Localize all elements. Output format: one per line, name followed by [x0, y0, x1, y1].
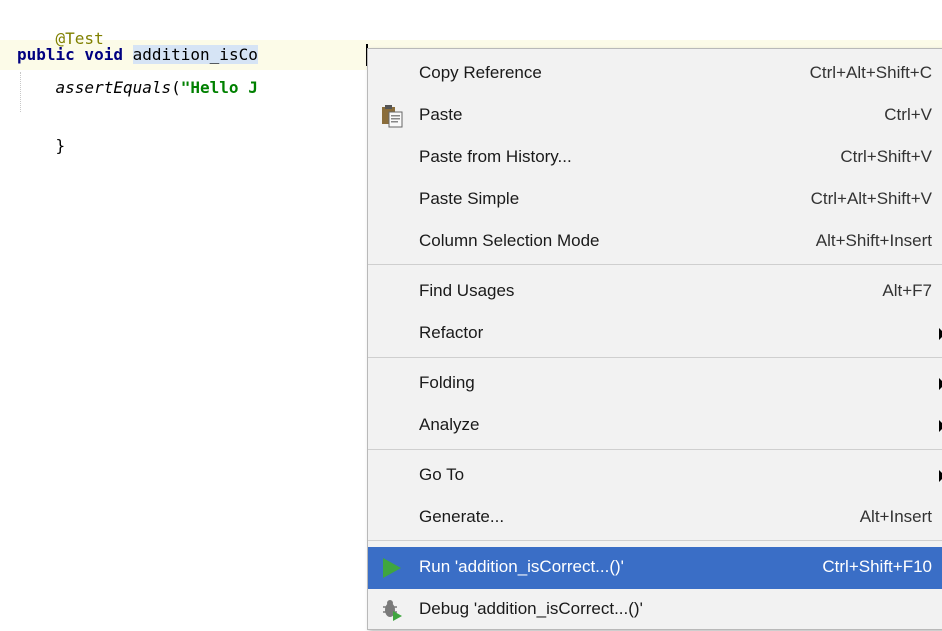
menu-item-shortcut: Alt+F7: [882, 281, 932, 300]
method-call-token: assertEquals: [55, 78, 172, 97]
menu-separator: [368, 449, 942, 450]
menu-item-find-usages[interactable]: Find Usages Alt+F7: [368, 271, 942, 313]
code-line-2: public void addition_isCo: [17, 44, 258, 66]
menu-item-shortcut: Ctrl+Alt+Shift+V: [810, 189, 932, 208]
string-token: "Hello J: [180, 78, 258, 97]
indent-guide: [20, 72, 22, 112]
menu-item-analyze[interactable]: Analyze: [368, 405, 942, 447]
code-line-4: }: [17, 113, 66, 179]
menu-item-label: Run 'addition_isCorrect...()': [419, 557, 624, 576]
menu-item-label: Analyze: [419, 415, 480, 434]
keyword-token: public void: [17, 45, 123, 64]
menu-item-label: Paste from History...: [419, 147, 572, 166]
menu-item-shortcut: Alt+Insert: [859, 507, 932, 526]
menu-item-folding[interactable]: Folding: [368, 363, 942, 405]
menu-item-paste-simple[interactable]: Paste Simple Ctrl+Alt+Shift+V: [368, 179, 942, 221]
menu-separator: [368, 264, 942, 265]
menu-item-label: Folding: [419, 373, 475, 392]
menu-item-label: Copy Reference: [419, 63, 542, 82]
menu-item-shortcut: Ctrl+Alt+Shift+C: [809, 63, 932, 82]
paren-token: (: [171, 78, 181, 97]
paste-icon: [380, 104, 404, 128]
menu-item-paste[interactable]: Paste Ctrl+V: [368, 95, 942, 137]
menu-item-shortcut: Alt+Shift+Insert: [815, 231, 932, 250]
menu-item-generate[interactable]: Generate... Alt+Insert: [368, 497, 942, 539]
menu-item-label: Debug 'addition_isCorrect...()': [419, 599, 643, 618]
menu-item-shortcut: Ctrl+V: [884, 105, 932, 124]
menu-item-copy-reference[interactable]: Copy Reference Ctrl+Alt+Shift+C: [368, 53, 942, 95]
indent-token: [17, 78, 56, 97]
menu-item-shortcut: Ctrl+Shift+F10: [822, 557, 932, 576]
menu-item-label: Generate...: [419, 507, 505, 526]
menu-item-label: Refactor: [419, 323, 484, 342]
menu-item-label: Find Usages: [419, 281, 515, 300]
context-menu: Copy Reference Ctrl+Alt+Shift+C Paste Ct…: [367, 48, 942, 630]
menu-item-column-selection-mode[interactable]: Column Selection Mode Alt+Shift+Insert: [368, 221, 942, 263]
menu-item-label: Paste: [419, 105, 463, 124]
menu-item-go-to[interactable]: Go To: [368, 455, 942, 497]
menu-item-paste-from-history[interactable]: Paste from History... Ctrl+Shift+V: [368, 137, 942, 179]
menu-separator: [368, 357, 942, 358]
debug-icon: [380, 598, 404, 622]
code-line-3: assertEquals("Hello J: [17, 77, 258, 99]
menu-item-shortcut: Ctrl+Shift+V: [840, 147, 932, 166]
menu-separator: [368, 540, 942, 541]
menu-item-label: Column Selection Mode: [419, 231, 600, 250]
menu-item-run[interactable]: Run 'addition_isCorrect...()' Ctrl+Shift…: [368, 547, 942, 589]
closing-brace: }: [55, 136, 66, 155]
menu-item-refactor[interactable]: Refactor: [368, 313, 942, 355]
menu-item-label: Paste Simple: [419, 189, 520, 208]
method-name-selection[interactable]: addition_isCo: [132, 45, 258, 64]
run-icon: [380, 556, 404, 580]
menu-item-label: Go To: [419, 465, 465, 484]
